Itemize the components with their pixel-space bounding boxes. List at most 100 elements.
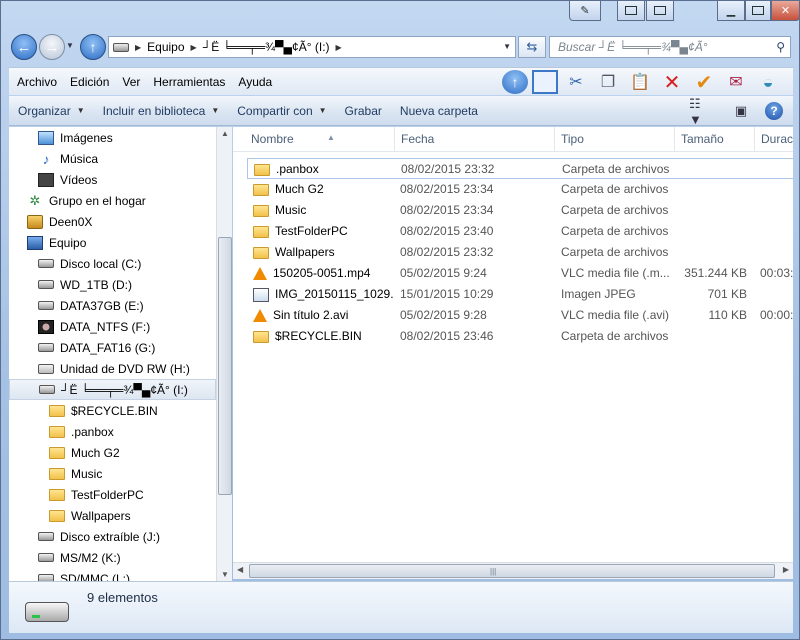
menu-edicion[interactable]: Edición [65, 75, 114, 89]
nav-item-music[interactable]: Music [9, 463, 216, 484]
nav-item-fat16-g[interactable]: DATA_FAT16 (G:) [9, 337, 216, 358]
column-duracion[interactable]: Duración [755, 127, 793, 152]
file-date: 08/02/2015 23:34 [400, 182, 494, 196]
file-row[interactable]: TestFolderPC 08/02/2015 23:40 Carpeta de a… [247, 221, 793, 242]
file-duration [760, 284, 793, 305]
organizar-button[interactable]: Organizar ▼ [9, 104, 94, 118]
file-row[interactable]: 150205-0051.mp4 05/02/2015 9:24 VLC media … [247, 263, 793, 284]
nueva-carpeta-button[interactable]: Nueva carpeta [391, 104, 487, 118]
menu-archivo[interactable]: Archivo [12, 75, 62, 89]
file-row[interactable]: Much G2 08/02/2015 23:34 Carpeta de archiv… [247, 179, 793, 200]
nav-item-ntfs-f[interactable]: DATA_NTFS (F:) [9, 316, 216, 337]
grabar-label: Grabar [344, 103, 382, 118]
shell-icon[interactable]: ◒ [754, 69, 782, 95]
menu-ayuda[interactable]: Ayuda [233, 75, 277, 89]
nav-item-disco-c[interactable]: Disco local (C:) [9, 253, 216, 274]
menu-herramientas[interactable]: Herramientas [148, 75, 230, 89]
details-pane: 9 elementos [9, 581, 793, 633]
copy-icon[interactable]: ❐ [594, 69, 622, 95]
breadcrumb-equipo[interactable]: Equipo [147, 40, 184, 54]
delete-icon[interactable]: ✕ [658, 69, 686, 95]
nav-item-ms-k[interactable]: MS/M2 (K:) [9, 547, 216, 568]
nav-item-muchg2[interactable]: Much G2 [9, 442, 216, 463]
chevron-right-icon[interactable]: ▶ [135, 43, 141, 52]
column-tipo[interactable]: Tipo [555, 127, 675, 152]
file-row[interactable]: IMG_20150115_1029... 15/01/2015 10:29 Imag… [247, 284, 793, 305]
scroll-down-icon[interactable]: ▼ [221, 570, 229, 579]
close-button[interactable]: ✕ [771, 1, 800, 21]
nav-item-imagenes[interactable]: Imágenes [9, 127, 216, 148]
address-dropdown[interactable]: ▼ [503, 42, 511, 51]
nav-item-panbox[interactable]: .panbox [9, 421, 216, 442]
nav-item-deen0x[interactable]: Deen0X [9, 211, 216, 232]
maximize-button[interactable] [745, 1, 771, 21]
grabar-button[interactable]: Grabar [336, 104, 391, 118]
folder-icon [49, 446, 65, 459]
nav-item-drive-i[interactable]: ┘Ë ╘══╤═¾▀▄¢Ã° (I:) [9, 379, 216, 400]
file-row[interactable]: $RECYCLE.BIN 08/02/2015 23:46 Carpeta de a… [247, 326, 793, 347]
up-level-button[interactable]: ↑ [80, 34, 106, 60]
breadcrumb-drive[interactable]: ┘Ë ╘══╤═¾▀▄¢Ã° (I:) [203, 40, 330, 54]
nav-item-wd-d[interactable]: WD_1TB (D:) [9, 274, 216, 295]
nav-item-wallpapers[interactable]: Wallpapers [9, 505, 216, 526]
scroll-left-icon[interactable]: ◀ [237, 565, 243, 574]
cascade-button[interactable] [646, 1, 674, 21]
chevron-right-icon[interactable]: ▶ [191, 43, 197, 52]
nav-item-equipo[interactable]: Equipo [9, 232, 216, 253]
close-icon: ✕ [780, 5, 791, 17]
file-list[interactable]: Nombre ▲ Fecha Tipo Tamaño Duración .pan… [233, 127, 793, 579]
history-dropdown[interactable]: ▼ [66, 41, 74, 50]
file-date: 15/01/2015 10:29 [400, 287, 494, 301]
mail-icon[interactable]: ✉ [722, 69, 750, 95]
nav-item-videos[interactable]: Vídeos [9, 169, 216, 190]
scroll-right-icon[interactable]: ▶ [783, 565, 789, 574]
file-size [682, 159, 748, 180]
column-tamano[interactable]: Tamaño [675, 127, 755, 152]
back-button[interactable]: ← [11, 34, 37, 60]
nav-scroll-thumb[interactable] [218, 237, 232, 495]
up-folder-icon[interactable]: ↑ [502, 70, 528, 94]
nav-item-data37-e[interactable]: DATA37GB (E:) [9, 295, 216, 316]
preview-pane-icon[interactable]: ▣ [727, 101, 755, 121]
file-row[interactable]: .panbox 08/02/2015 23:32 Carpeta de archiv… [247, 158, 793, 179]
file-row[interactable]: Wallpapers 08/02/2015 23:32 Carpeta de arc… [247, 242, 793, 263]
column-nombre[interactable]: Nombre ▲ [245, 127, 395, 152]
minimize-button[interactable]: ▁ [717, 1, 745, 21]
help-icon[interactable]: ? [765, 102, 783, 120]
horizontal-scrollbar[interactable]: ◀ ||| ▶ [233, 562, 793, 579]
menu-ver[interactable]: Ver [117, 75, 145, 89]
nav-item-grupo-hogar[interactable]: ✲ Grupo en el hogar [9, 190, 216, 211]
nav-item-label: Imágenes [60, 130, 113, 145]
nav-item-sd-l[interactable]: SD/MMC (L:) [9, 568, 216, 581]
cut-icon[interactable]: ✂ [562, 69, 590, 95]
file-type: Carpeta de archivos [561, 245, 669, 259]
h-scroll-thumb[interactable]: ||| [249, 564, 775, 578]
tile-button[interactable] [617, 1, 645, 21]
file-row[interactable]: Music 08/02/2015 23:34 Carpeta de archivos [247, 200, 793, 221]
chevron-down-icon: ▼ [76, 106, 85, 115]
folders-pane-icon[interactable] [532, 70, 558, 94]
incluir-biblioteca-button[interactable]: Incluir en biblioteca ▼ [94, 104, 229, 118]
paste-icon[interactable]: 📋 [626, 69, 654, 95]
navigation-pane[interactable]: Imágenes ♪ Música Vídeos ✲ Grupo en el hogar D… [9, 127, 232, 581]
checkmark-icon[interactable]: ✔ [690, 69, 718, 95]
forward-button[interactable]: → [39, 34, 65, 60]
scroll-up-icon[interactable]: ▲ [221, 129, 229, 138]
nav-pane-scrollbar[interactable]: ▲ ▼ [216, 127, 232, 581]
refresh-button[interactable]: ⇆ [518, 36, 546, 58]
address-bar[interactable]: ▶ Equipo ▶ ┘Ë ╘══╤═¾▀▄¢Ã° (I:) ▶ ▼ [108, 36, 516, 58]
chevron-right-icon[interactable]: ▶ [336, 43, 342, 52]
file-row[interactable]: Sin título 2.avi 05/02/2015 9:28 VLC media… [247, 305, 793, 326]
column-fecha[interactable]: Fecha [395, 127, 555, 152]
nav-item-musica[interactable]: ♪ Música [9, 148, 216, 169]
nav-item-testfolder[interactable]: TestFolderPC [9, 484, 216, 505]
nav-item-dvd-h[interactable]: Unidad de DVD RW (H:) [9, 358, 216, 379]
view-options-icon[interactable]: ☷ ▼ [689, 96, 717, 127]
nav-item-recycle[interactable]: $RECYCLE.BIN [9, 400, 216, 421]
file-date: 08/02/2015 23:40 [400, 224, 494, 238]
compartir-button[interactable]: Compartir con ▼ [228, 104, 335, 118]
pin-button[interactable]: ✎ [569, 1, 601, 21]
nav-item-disco-j[interactable]: Disco extraíble (J:) [9, 526, 216, 547]
search-icon[interactable]: ⚲ [776, 40, 785, 54]
search-input[interactable]: Buscar ┘Ë ╘══╤═¾▀▄¢Ã° ⚲ [549, 36, 791, 58]
